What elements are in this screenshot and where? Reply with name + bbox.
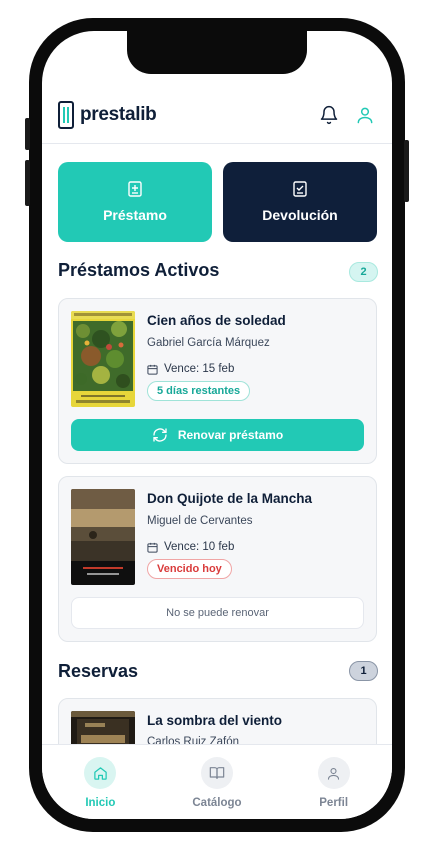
book-title: Cien años de soledad: [147, 313, 286, 328]
active-loans-count: 2: [349, 262, 378, 282]
nav-home-label: Inicio: [85, 797, 116, 809]
book-author: Gabriel García Márquez: [147, 337, 270, 349]
due-date: Vence: 15 feb: [164, 363, 235, 375]
loan-label: Préstamo: [103, 207, 167, 223]
status-badge: 5 días restantes: [147, 381, 251, 401]
loan-button[interactable]: Préstamo: [58, 162, 212, 242]
logo-icon: [58, 101, 74, 129]
book-title: La sombra del viento: [147, 713, 283, 728]
side-button: [25, 160, 30, 206]
nav-profile[interactable]: Perfil: [294, 757, 374, 819]
side-button: [404, 140, 409, 202]
book-open-icon: [200, 757, 233, 789]
notch: [127, 31, 307, 74]
book-author: Miguel de Cervantes: [147, 515, 253, 527]
home-icon: [84, 757, 117, 789]
renew-loan-label: Renovar préstamo: [177, 428, 284, 442]
side-button: [25, 118, 30, 150]
app-logo[interactable]: prestalib: [58, 101, 157, 129]
reservations-title: Reservas: [58, 661, 139, 681]
phone-frame: prestalib Préstamo Devolución Préstamos …: [25, 18, 409, 832]
active-loans-title: Préstamos Activos: [58, 260, 220, 280]
return-icon: [293, 181, 307, 197]
calendar-icon: [147, 542, 158, 553]
book-title: Don Quijote de la Mancha: [147, 491, 313, 506]
cannot-renew-button[interactable]: No se puede renovar: [71, 597, 364, 629]
app-header: prestalib: [42, 87, 392, 144]
reservations-count: 1: [349, 661, 378, 681]
book-cover: [71, 311, 135, 407]
renew-loan-button[interactable]: Renovar préstamo: [71, 419, 364, 451]
loan-card[interactable]: Don Quijote de la Mancha Miguel de Cerva…: [58, 476, 377, 642]
loan-icon: [128, 181, 142, 197]
app-name: prestalib: [80, 104, 157, 125]
refresh-icon: [153, 428, 167, 442]
return-button[interactable]: Devolución: [223, 162, 377, 242]
nav-profile-label: Perfil: [319, 797, 349, 809]
user-icon[interactable]: [354, 104, 376, 126]
profile-icon: [317, 757, 350, 789]
return-label: Devolución: [262, 207, 338, 223]
bottom-nav: Inicio Catálogo Perfil: [42, 744, 392, 819]
bell-icon[interactable]: [318, 104, 340, 126]
nav-home[interactable]: Inicio: [60, 757, 140, 819]
nav-catalog[interactable]: Catálogo: [177, 757, 257, 819]
nav-catalog-label: Catálogo: [192, 797, 242, 809]
book-cover: [71, 489, 135, 585]
status-badge: Vencido hoy: [147, 559, 232, 579]
loan-card[interactable]: Cien años de soledad Gabriel García Márq…: [58, 298, 377, 464]
calendar-icon: [147, 364, 158, 375]
due-date: Vence: 10 feb: [164, 541, 235, 553]
app-screen: prestalib Préstamo Devolución Préstamos …: [42, 31, 392, 819]
cannot-renew-label: No se puede renovar: [166, 607, 269, 619]
